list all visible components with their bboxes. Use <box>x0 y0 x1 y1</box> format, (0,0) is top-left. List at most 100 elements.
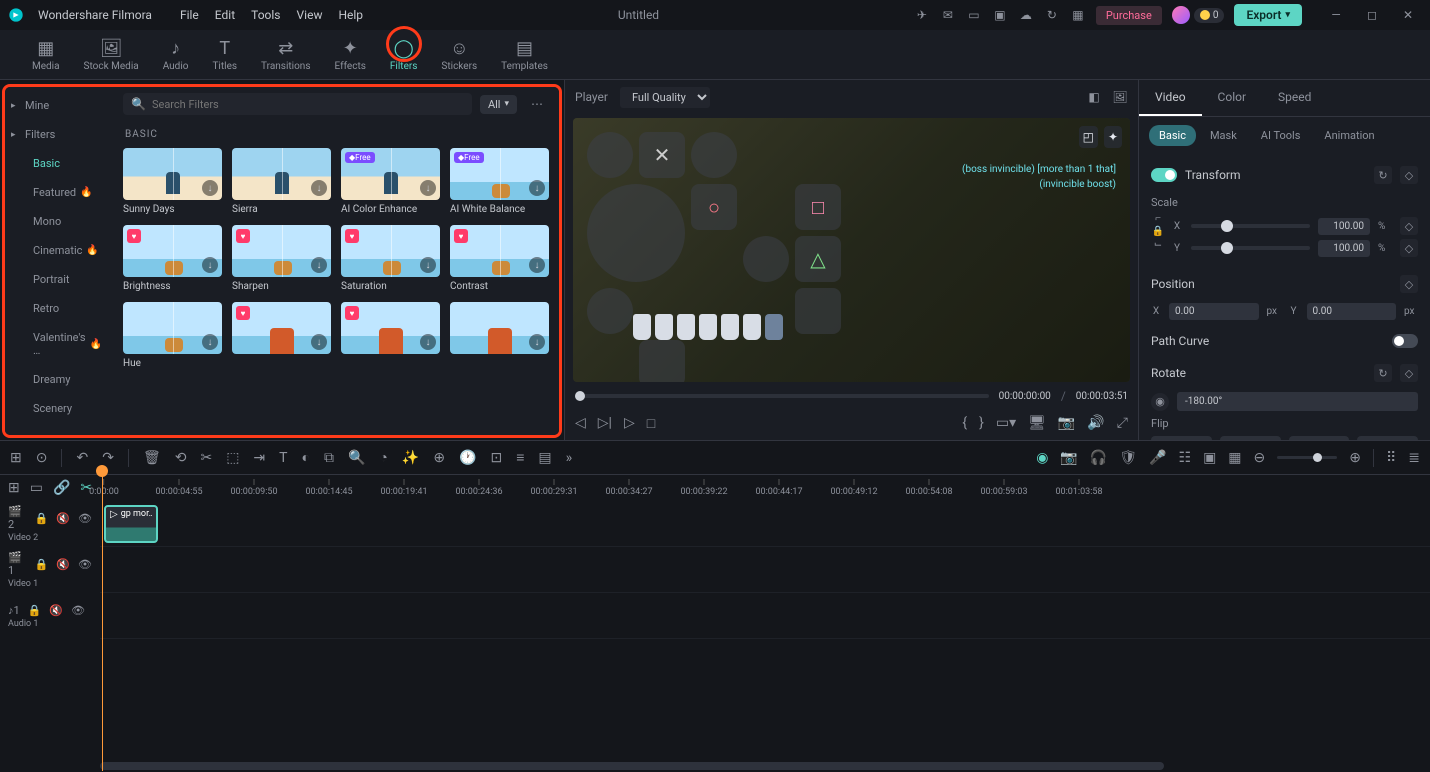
rotate-dial[interactable]: ◉ <box>1151 393 1169 411</box>
tl-mixer-icon[interactable]: ≣ <box>1408 450 1420 466</box>
volume-button[interactable]: 🔊 <box>1087 415 1104 431</box>
tl-trim-icon[interactable]: ⇥ <box>253 450 265 466</box>
aspect-button[interactable]: ▭▾ <box>996 415 1016 431</box>
tl-zoom-in-icon[interactable]: ⊕ <box>1349 450 1361 466</box>
prev-frame-button[interactable]: ◁ <box>575 415 586 431</box>
position-x-value[interactable]: 0.00 <box>1169 303 1259 320</box>
cloud-icon[interactable]: ☁ <box>1018 7 1034 23</box>
filter-card[interactable]: ◆Free↓AI Color Enhance <box>341 148 440 215</box>
filter-card[interactable]: ↓ <box>450 302 549 369</box>
filter-card[interactable]: ♥↓ <box>341 302 440 369</box>
tl-clock-icon[interactable]: 🕐 <box>459 450 476 466</box>
filter-card[interactable]: ↓Sierra <box>232 148 331 215</box>
tool-stock-media[interactable]: 🖼Stock Media <box>72 34 151 76</box>
tl-link-icon[interactable]: 🔗 <box>53 480 70 496</box>
tl-search-icon[interactable]: 🔍 <box>348 450 365 466</box>
category-portrait[interactable]: Portrait <box>5 265 113 294</box>
library-icon[interactable]: ▣ <box>992 7 1008 23</box>
filter-card[interactable]: ↓Hue <box>123 302 222 369</box>
apps-icon[interactable]: ▦ <box>1070 7 1086 23</box>
reset-rotate-icon[interactable]: ↻ <box>1374 364 1392 382</box>
filter-card[interactable]: ♥↓Sharpen <box>232 225 331 292</box>
export-button[interactable]: Export▾ <box>1234 4 1302 26</box>
subtab-basic[interactable]: Basic <box>1149 125 1196 146</box>
tl-record-icon[interactable]: ◉ <box>1036 450 1048 466</box>
tl-ripple-icon[interactable]: ⟲ <box>175 450 187 466</box>
path-curve-toggle[interactable] <box>1392 334 1418 348</box>
track-label[interactable]: ♪1🔒🔇👁Audio 1 <box>0 593 100 639</box>
timeline-scrollbar[interactable] <box>100 760 1430 772</box>
tool-effects[interactable]: ✦Effects <box>323 34 378 76</box>
menu-tools[interactable]: Tools <box>251 8 280 22</box>
tl-shield-icon[interactable]: 🛡 <box>1119 450 1137 466</box>
filter-card[interactable]: ◆Free↓AI White Balance <box>450 148 549 215</box>
tl-align-icon[interactable]: ≡ <box>516 449 524 466</box>
menu-view[interactable]: View <box>297 8 323 22</box>
tl-focus-icon[interactable]: ⊡ <box>491 450 503 466</box>
tl-zoom-slider[interactable] <box>1277 456 1337 459</box>
tab-video[interactable]: Video <box>1139 80 1202 116</box>
player-seek-bar[interactable] <box>575 394 989 398</box>
tl-split-icon[interactable]: ✂ <box>200 450 212 466</box>
track-lane[interactable] <box>100 593 1430 639</box>
scale-x-value[interactable]: 100.00 <box>1318 218 1370 235</box>
mark-out-button[interactable]: } <box>979 415 984 431</box>
menu-file[interactable]: File <box>180 8 199 22</box>
tool-transitions[interactable]: ⇄Transitions <box>249 34 322 76</box>
tl-undo-icon[interactable]: ↶ <box>76 450 88 466</box>
tl-ai-icon[interactable]: ✨ <box>402 450 419 466</box>
rotate-value[interactable]: -180.00° <box>1177 392 1418 411</box>
timeline-clip[interactable]: ▷gp mor… <box>104 505 158 543</box>
tl-adjust-icon[interactable]: ⊞ <box>8 480 20 496</box>
scale-x-slider[interactable] <box>1191 224 1310 228</box>
menu-edit[interactable]: Edit <box>215 8 235 22</box>
scale-y-slider[interactable] <box>1191 246 1310 250</box>
subtab-mask[interactable]: Mask <box>1200 125 1247 146</box>
mark-in-button[interactable]: { <box>962 415 967 431</box>
play-backward-button[interactable]: ▷| <box>598 415 612 431</box>
player-canvas[interactable]: ✕ ○ □ △ ◰ ✦ (bos <box>573 118 1130 382</box>
tl-mic-icon[interactable]: 🎤 <box>1149 450 1166 466</box>
keyframe-transform-icon[interactable]: ◇ <box>1400 166 1418 184</box>
tl-delete-icon[interactable]: 🗑 <box>143 450 161 466</box>
minimize-button[interactable]: — <box>1322 5 1350 25</box>
keyframe-position-icon[interactable]: ◇ <box>1400 275 1418 293</box>
tool-templates[interactable]: ▤Templates <box>489 34 560 76</box>
camera-button[interactable]: 📷 <box>1058 415 1075 431</box>
filter-card[interactable]: ♥↓Saturation <box>341 225 440 292</box>
screen-icon[interactable]: ▭ <box>966 7 982 23</box>
display-button[interactable]: 🖥 <box>1028 415 1046 431</box>
credit-badge[interactable]: 0 <box>1194 8 1225 23</box>
avatar[interactable] <box>1172 6 1190 24</box>
send-icon[interactable]: ✈ <box>914 7 930 23</box>
category-dreamy[interactable]: Dreamy <box>5 365 113 394</box>
category-mine[interactable]: Mine <box>5 91 113 120</box>
timeline-ruler[interactable]: 0:00:0000:00:04:5500:00:09:5000:00:14:45… <box>100 475 1430 501</box>
track-label[interactable]: 🎬1🔒🔇👁Video 1 <box>0 547 100 593</box>
purchase-button[interactable]: Purchase <box>1096 6 1162 25</box>
playhead[interactable] <box>102 471 103 771</box>
tl-view-icon[interactable]: ⠿ <box>1386 450 1396 466</box>
overlay-crop-icon[interactable]: ◰ <box>1079 126 1098 148</box>
scale-y-value[interactable]: 100.00 <box>1318 240 1370 257</box>
keyframe-scale-y-icon[interactable]: ◇ <box>1400 239 1418 257</box>
filter-all-chip[interactable]: All▾ <box>480 95 517 114</box>
tl-more-icon[interactable]: » <box>566 450 573 466</box>
tool-stickers[interactable]: ☺Stickers <box>429 34 489 76</box>
history-icon[interactable]: ↻ <box>1044 7 1060 23</box>
filter-card[interactable]: ♥↓Brightness <box>123 225 222 292</box>
tab-speed[interactable]: Speed <box>1262 80 1327 116</box>
tl-layers-icon[interactable]: ▤ <box>538 450 551 466</box>
tl-zoom-out-icon[interactable]: ⊖ <box>1254 450 1266 466</box>
tl-subtitle-icon[interactable]: ☷ <box>1179 450 1192 466</box>
subtab-animation[interactable]: Animation <box>1314 125 1384 146</box>
menu-help[interactable]: Help <box>338 8 363 22</box>
category-basic[interactable]: Basic <box>5 149 113 178</box>
search-filters[interactable]: 🔍 <box>123 93 472 115</box>
tl-webcam-icon[interactable]: 📷 <box>1060 450 1077 466</box>
track-lane[interactable]: ▷gp mor… <box>100 501 1430 547</box>
more-options-button[interactable]: ⋯ <box>525 94 549 114</box>
messages-icon[interactable]: ✉ <box>940 7 956 23</box>
tl-track-icon[interactable]: ▭ <box>30 480 43 496</box>
tl-snapshot-icon[interactable]: ▣ <box>1203 450 1216 466</box>
